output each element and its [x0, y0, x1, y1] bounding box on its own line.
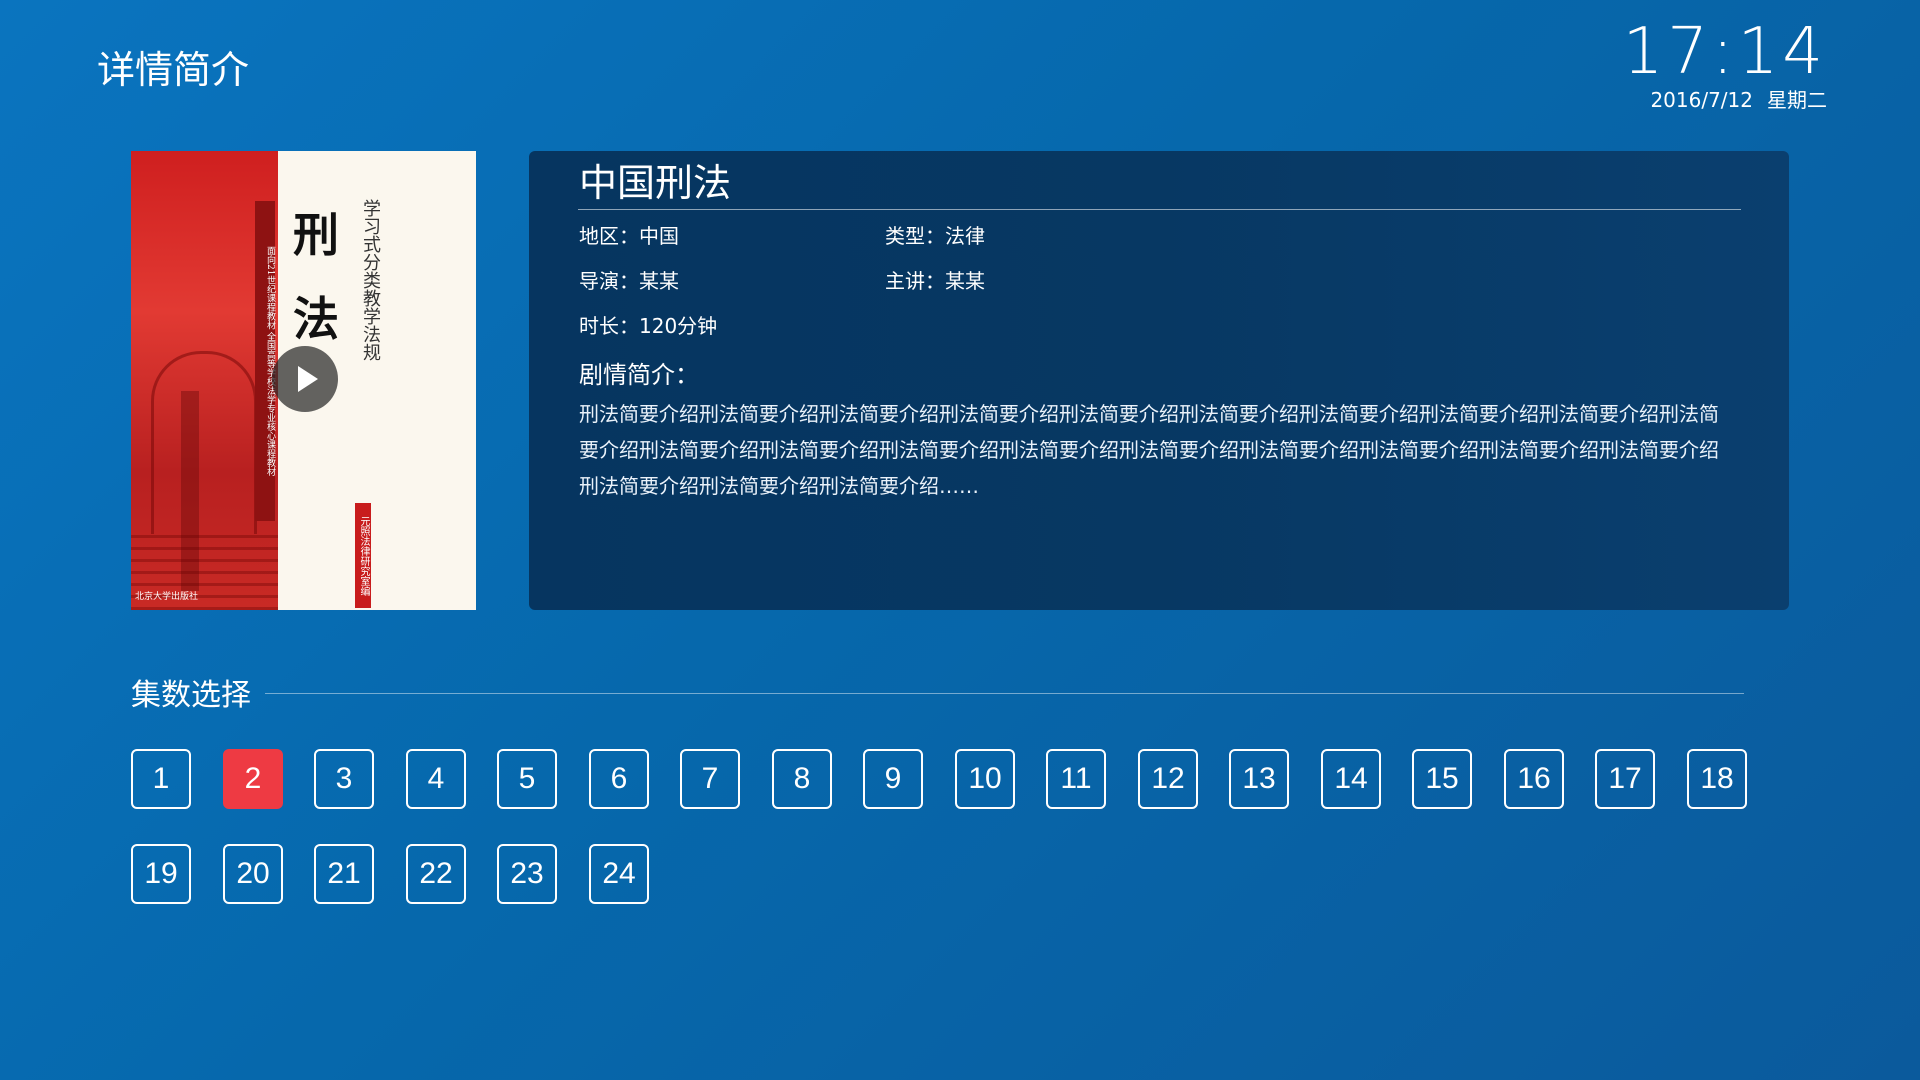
episode-button-15[interactable]: 15	[1412, 749, 1472, 809]
episode-button-11[interactable]: 11	[1046, 749, 1106, 809]
episode-button-5[interactable]: 5	[497, 749, 557, 809]
type-label: 类型：	[885, 224, 945, 248]
lecturer-field: 主讲：某某	[885, 267, 985, 295]
duration-label: 时长：	[579, 314, 639, 338]
episode-button-13[interactable]: 13	[1229, 749, 1289, 809]
play-button[interactable]	[272, 346, 338, 412]
title-divider	[578, 209, 1741, 210]
weekday-text: 星期二	[1767, 88, 1827, 112]
duration-value: 120分钟	[639, 314, 718, 338]
episode-button-24[interactable]: 24	[589, 844, 649, 904]
episode-button-16[interactable]: 16	[1504, 749, 1564, 809]
poster-title-char: 刑	[293, 208, 339, 262]
poster-publisher: 北京大学出版社	[135, 592, 199, 602]
synopsis-text: 刑法简要介绍刑法简要介绍刑法简要介绍刑法简要介绍刑法简要介绍刑法简要介绍刑法简要…	[579, 402, 1719, 498]
poster-spine-text: 面向21世纪课程教材 全国高等学校法学专业核心课程教材	[255, 201, 275, 521]
episode-button-23[interactable]: 23	[497, 844, 557, 904]
poster-title-char: 法	[293, 292, 339, 346]
episode-button-10[interactable]: 10	[955, 749, 1015, 809]
region-label: 地区：	[579, 224, 639, 248]
episode-button-22[interactable]: 22	[406, 844, 466, 904]
duration-field: 时长：120分钟	[579, 312, 717, 340]
lecturer-label: 主讲：	[885, 269, 945, 293]
episode-button-17[interactable]: 17	[1595, 749, 1655, 809]
director-field: 导演：某某	[579, 267, 679, 295]
detail-panel: 中国刑法 地区：中国 类型：法律 导演：某某 主讲：某某 时长：120分钟 剧情…	[529, 151, 1789, 610]
episode-button-4[interactable]: 4	[406, 749, 466, 809]
clock-time: 17:14	[1622, 15, 1827, 89]
episode-button-12[interactable]: 12	[1138, 749, 1198, 809]
synopsis-heading: 剧情简介：	[579, 361, 699, 389]
lecturer-value: 某某	[945, 269, 985, 293]
clock-date: 2016/7/12 星期二	[1623, 88, 1827, 112]
episode-button-14[interactable]: 14	[1321, 749, 1381, 809]
poster-series-label: 学习式分类教学法规	[360, 199, 381, 361]
region-value: 中国	[639, 224, 679, 248]
episode-button-3[interactable]: 3	[314, 749, 374, 809]
page-title: 详情简介	[97, 48, 250, 92]
poster-badge: 元照法律研究室编	[355, 503, 371, 608]
episode-button-7[interactable]: 7	[680, 749, 740, 809]
episode-button-2[interactable]: 2	[223, 749, 283, 809]
episode-button-1[interactable]: 1	[131, 749, 191, 809]
poster[interactable]: 北京大学出版社 面向21世纪课程教材 全国高等学校法学专业核心课程教材 刑 法 …	[131, 151, 476, 610]
director-label: 导演：	[579, 269, 639, 293]
director-value: 某某	[639, 269, 679, 293]
episode-divider	[265, 693, 1744, 694]
episode-section-heading: 集数选择	[131, 678, 251, 713]
episode-button-20[interactable]: 20	[223, 844, 283, 904]
type-value: 法律	[945, 224, 985, 248]
date-text: 2016/7/12	[1650, 88, 1753, 112]
episode-button-6[interactable]: 6	[589, 749, 649, 809]
region-field: 地区：中国	[579, 222, 679, 250]
episode-button-18[interactable]: 18	[1687, 749, 1747, 809]
episode-button-19[interactable]: 19	[131, 844, 191, 904]
episode-button-9[interactable]: 9	[863, 749, 923, 809]
clock: 17:14 2016/7/12 星期二	[1623, 16, 1827, 112]
poster-arch	[151, 351, 257, 534]
movie-title: 中国刑法	[579, 161, 732, 205]
episode-button-8[interactable]: 8	[772, 749, 832, 809]
type-field: 类型：法律	[885, 222, 985, 250]
episode-button-21[interactable]: 21	[314, 844, 374, 904]
